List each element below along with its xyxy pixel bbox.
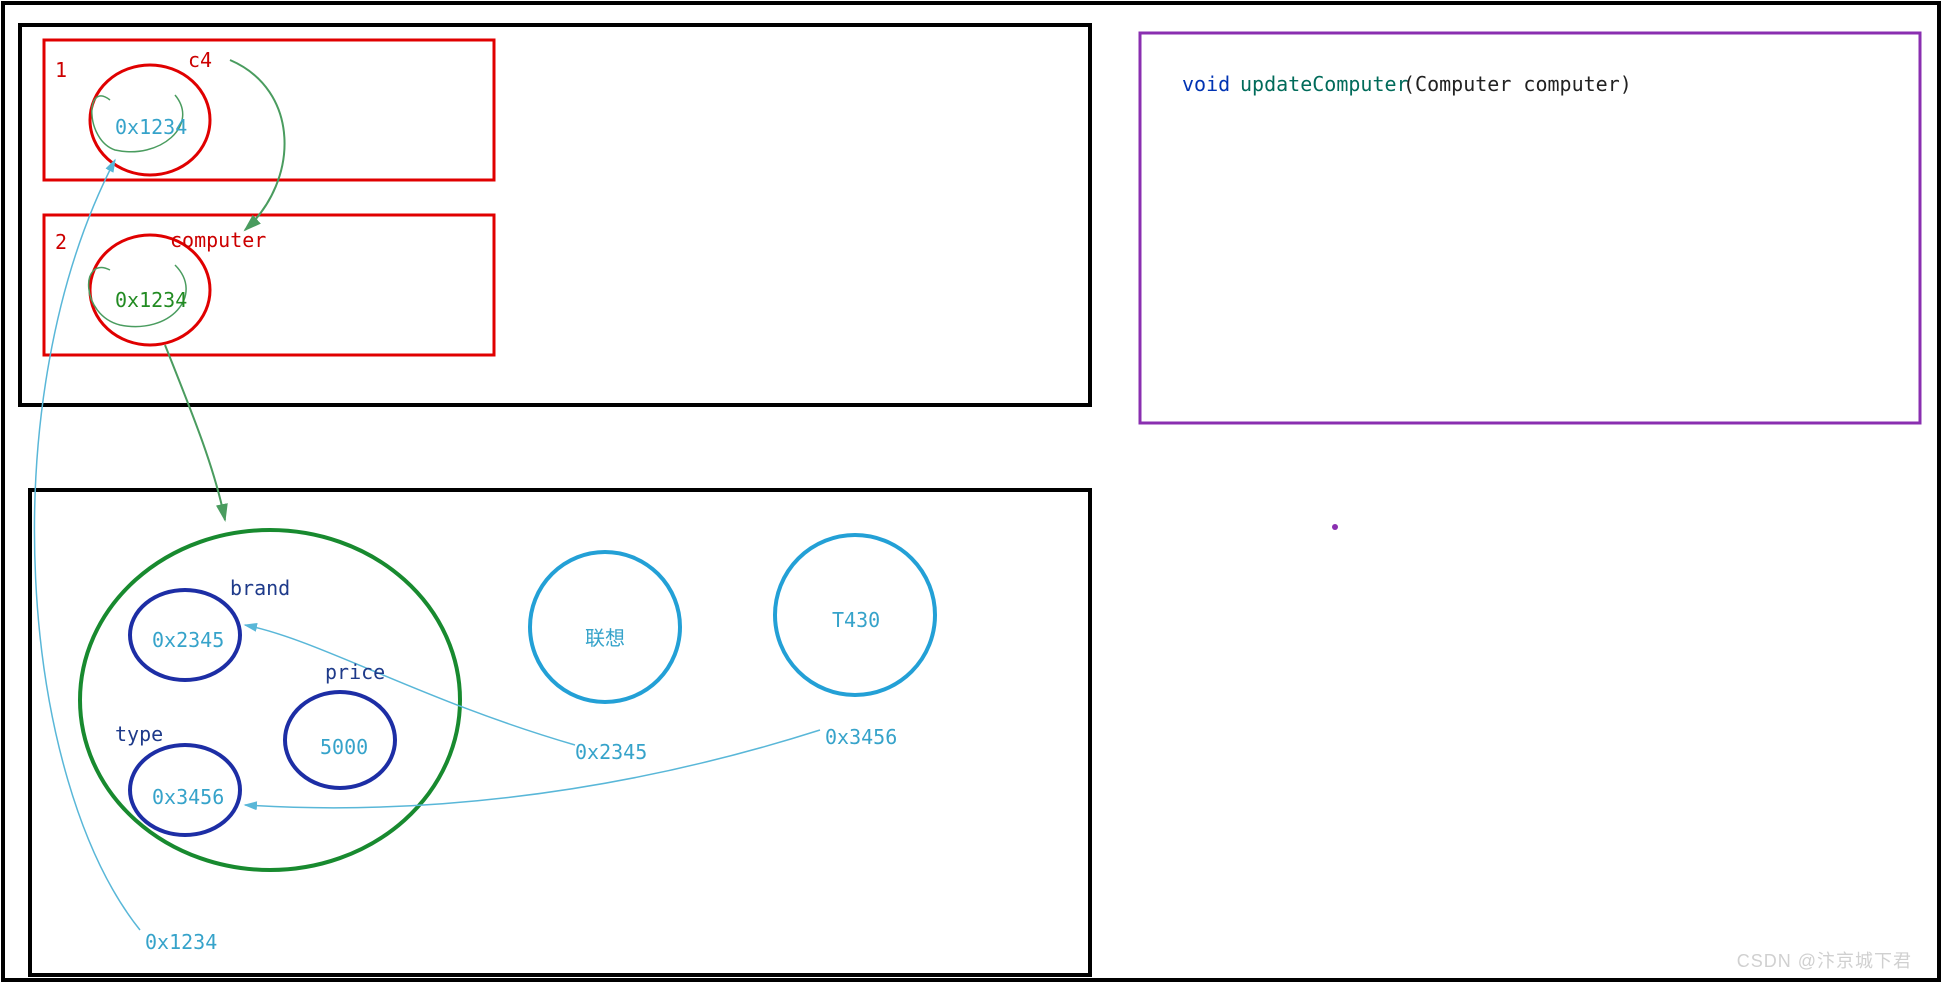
object-addr: 0x1234 (145, 930, 217, 954)
heap-box (30, 490, 1090, 975)
arrow-c4-to-computer (230, 60, 285, 230)
label-type: type (115, 722, 163, 746)
stray-dot (1332, 524, 1338, 530)
code-keyword-void: void (1182, 72, 1230, 96)
price-value: 5000 (320, 735, 368, 759)
type-addr: 0x3456 (152, 785, 224, 809)
addr-computer: 0x1234 (115, 288, 187, 312)
lenovo-addr: 0x2345 (575, 740, 647, 764)
diagram-canvas: 1 c4 0x1234 2 computer 0x1234 brand 0x23… (0, 0, 1942, 983)
frame-1 (44, 40, 494, 180)
code-arguments: (Computer computer) (1403, 72, 1632, 96)
arrow-obj-to-c4 (34, 160, 140, 930)
arrow-computer-to-object (165, 345, 225, 520)
code-function-name: updateComputer (1240, 72, 1409, 96)
diagram-svg (0, 0, 1942, 983)
frame-2 (44, 215, 494, 355)
t430-addr: 0x3456 (825, 725, 897, 749)
label-t430: T430 (832, 608, 880, 632)
watermark: CSDN @汴京城下君 (1737, 947, 1912, 973)
frame2-number: 2 (55, 230, 67, 254)
stack-box (20, 25, 1090, 405)
label-brand: brand (230, 576, 290, 600)
label-c4: c4 (188, 48, 212, 72)
outer-border (3, 3, 1939, 980)
frame1-number: 1 (55, 58, 67, 82)
label-computer: computer (170, 228, 266, 252)
arrow-brand-link (245, 625, 575, 745)
addr-c4: 0x1234 (115, 115, 187, 139)
label-lenovo: 联想 (585, 622, 625, 651)
label-price: price (325, 660, 385, 684)
brand-addr: 0x2345 (152, 628, 224, 652)
